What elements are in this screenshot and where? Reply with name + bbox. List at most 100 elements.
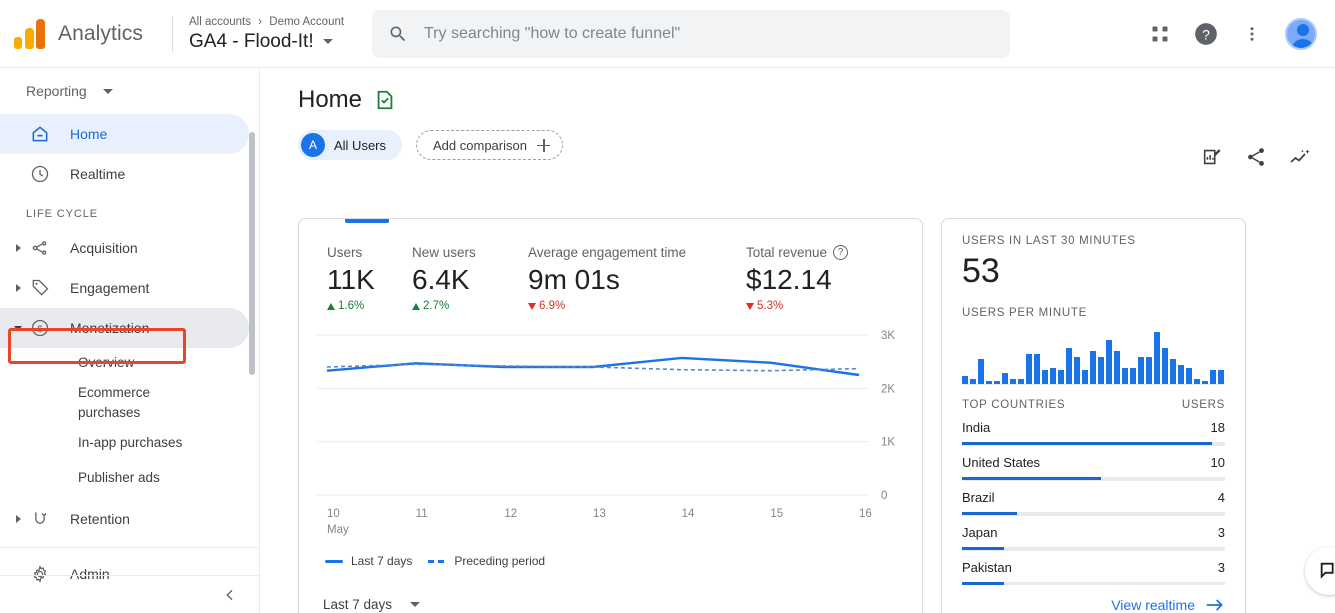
country-row[interactable]: Japan 3 [962, 515, 1225, 550]
metric-delta: 2.7% [412, 300, 528, 312]
metric-delta-value: 1.6% [338, 300, 365, 312]
metric-new-users: New users 6.4K 2.7% [412, 245, 528, 312]
chevron-right-icon[interactable] [10, 515, 26, 523]
users-per-minute-bar [1042, 370, 1048, 384]
country-row[interactable]: Pakistan 3 [962, 550, 1225, 585]
sidebar-item-monetization[interactable]: $ Monetization [0, 308, 249, 348]
svg-text:14: 14 [682, 508, 695, 520]
chart-legend: Last 7 days Preceding period [325, 554, 545, 568]
countries-table: India 18 United States 10 Brazil 4 Japan 3 Pakis… [962, 411, 1225, 585]
sidebar-item-home[interactable]: Home [0, 114, 249, 154]
metric-delta: 1.6% [327, 300, 412, 312]
report-saved-icon[interactable] [374, 89, 396, 111]
page-title: Home [298, 86, 363, 113]
report-actions [1199, 144, 1313, 170]
sidebar-item-realtime[interactable]: Realtime [0, 154, 249, 194]
realtime-card: USERS IN LAST 30 MINUTES 53 USERS PER MI… [941, 218, 1246, 613]
metric-avg-engagement-time: Average engagement time 9m 01s 6.9% [528, 245, 746, 312]
country-name: India [962, 420, 991, 435]
metric-value: $12.14 [746, 264, 832, 295]
account-selector[interactable]: All accounts › Demo Account GA4 - Flood-… [189, 14, 389, 54]
chevron-down-icon[interactable] [10, 325, 26, 331]
sidebar-item-label: Home [70, 126, 108, 142]
sidebar-item-engagement[interactable]: Engagement [0, 268, 249, 308]
users-per-minute-bar [1194, 378, 1200, 384]
avatar[interactable] [1285, 18, 1317, 50]
analytics-logo-wrap[interactable]: Analytics [0, 18, 170, 49]
insights-icon[interactable] [1287, 144, 1313, 170]
apps-grid-icon[interactable] [1147, 21, 1173, 47]
metric-label: New users [412, 245, 476, 260]
country-users: 3 [1217, 560, 1225, 575]
sidebar-subitem-overview[interactable]: Overview [0, 348, 259, 378]
plus-icon [536, 138, 550, 152]
legend-item-preceding-period[interactable]: Preceding period [428, 554, 545, 568]
svg-text:?: ? [1202, 26, 1210, 42]
top-bar-icons: ? [1147, 0, 1325, 68]
country-users: 18 [1210, 420, 1225, 435]
users-per-minute-bar [1162, 348, 1168, 384]
country-row[interactable]: United States 10 [962, 445, 1225, 480]
sidebar-item-retention[interactable]: Retention [0, 499, 249, 539]
customize-report-icon[interactable] [1199, 144, 1225, 170]
question-mark-icon[interactable]: ? [833, 245, 849, 260]
country-users: 4 [1217, 490, 1225, 505]
sidebar-collapse-button[interactable] [0, 575, 259, 613]
chevron-right-icon[interactable] [10, 244, 26, 252]
reporting-mode-label: Reporting [26, 83, 87, 99]
view-realtime-link[interactable]: View realtime [962, 597, 1225, 613]
segment-chip-all-users[interactable]: A All Users [298, 130, 403, 160]
users-per-minute-bar [1154, 332, 1160, 384]
help-icon[interactable]: ? [1193, 21, 1219, 47]
svg-text:May: May [327, 524, 349, 536]
users-per-minute-bar [1130, 367, 1136, 384]
metric-delta: 5.3% [746, 300, 848, 312]
sidebar-scrollbar[interactable] [249, 132, 255, 375]
metric-value: 11K [327, 264, 375, 295]
users-column-header: USERS [1181, 399, 1225, 411]
sidebar-item-acquisition[interactable]: Acquisition [0, 228, 249, 268]
users-per-minute-bar [1186, 367, 1192, 384]
arrow-down-icon [528, 302, 536, 310]
users-per-minute-bar [1098, 356, 1104, 384]
sidebar-subitem-publisher-ads[interactable]: Publisher ads [0, 458, 259, 493]
svg-text:12: 12 [504, 508, 517, 520]
users-per-minute-chart [962, 329, 1225, 385]
legend-item-last-7-days[interactable]: Last 7 days [325, 554, 412, 568]
country-row[interactable]: India 18 [962, 411, 1225, 445]
legend-label: Preceding period [454, 554, 546, 568]
feedback-button[interactable] [1305, 547, 1335, 595]
users-per-minute-bar [1138, 356, 1144, 384]
search-input[interactable] [424, 25, 994, 43]
metric-value: 9m 01s [528, 264, 620, 295]
brand-name: Analytics [58, 21, 143, 45]
users-per-minute-bar [1146, 356, 1152, 384]
countries-table-header: TOP COUNTRIES USERS [962, 399, 1225, 411]
metric-label: Users [327, 245, 363, 260]
breadcrumb-account[interactable]: Demo Account [269, 16, 344, 28]
search-bar[interactable] [372, 10, 1010, 58]
arrow-up-icon [412, 302, 420, 310]
view-realtime-label: View realtime [1111, 597, 1195, 613]
date-range-selector[interactable]: Last 7 days [323, 597, 421, 612]
sidebar-subitem-ecommerce-purchases[interactable]: Ecommerce purchases [0, 378, 150, 428]
country-users: 10 [1210, 455, 1225, 470]
users-trend-chart[interactable]: 0 1K 2K 3K 10 11 12 13 14 15 16 May [299, 327, 922, 542]
sidebar-subitem-in-app-purchases[interactable]: In-app purchases [0, 428, 259, 458]
property-name[interactable]: GA4 - Flood-It! [189, 30, 389, 54]
users-per-minute-bar [1018, 378, 1024, 384]
users-per-minute-label: USERS PER MINUTE [962, 307, 1087, 319]
users-per-minute-bar [1082, 370, 1088, 384]
country-row[interactable]: Brazil 4 [962, 480, 1225, 515]
more-vert-icon[interactable] [1239, 21, 1265, 47]
chevron-right-icon[interactable] [10, 284, 26, 292]
segment-initial: A [301, 133, 325, 157]
cards-row: Users 11K 1.6% New users 6.4K 2.7% Avera… [298, 218, 1246, 613]
reporting-mode-selector[interactable]: Reporting [0, 68, 259, 114]
svg-text:11: 11 [416, 508, 428, 520]
top-app-bar: Analytics All accounts › Demo Account GA… [0, 0, 1335, 68]
users-per-minute-bar [1002, 373, 1008, 384]
share-icon[interactable] [1243, 144, 1269, 170]
breadcrumb-all-accounts[interactable]: All accounts [189, 16, 251, 28]
add-comparison-button[interactable]: Add comparison [416, 130, 563, 160]
